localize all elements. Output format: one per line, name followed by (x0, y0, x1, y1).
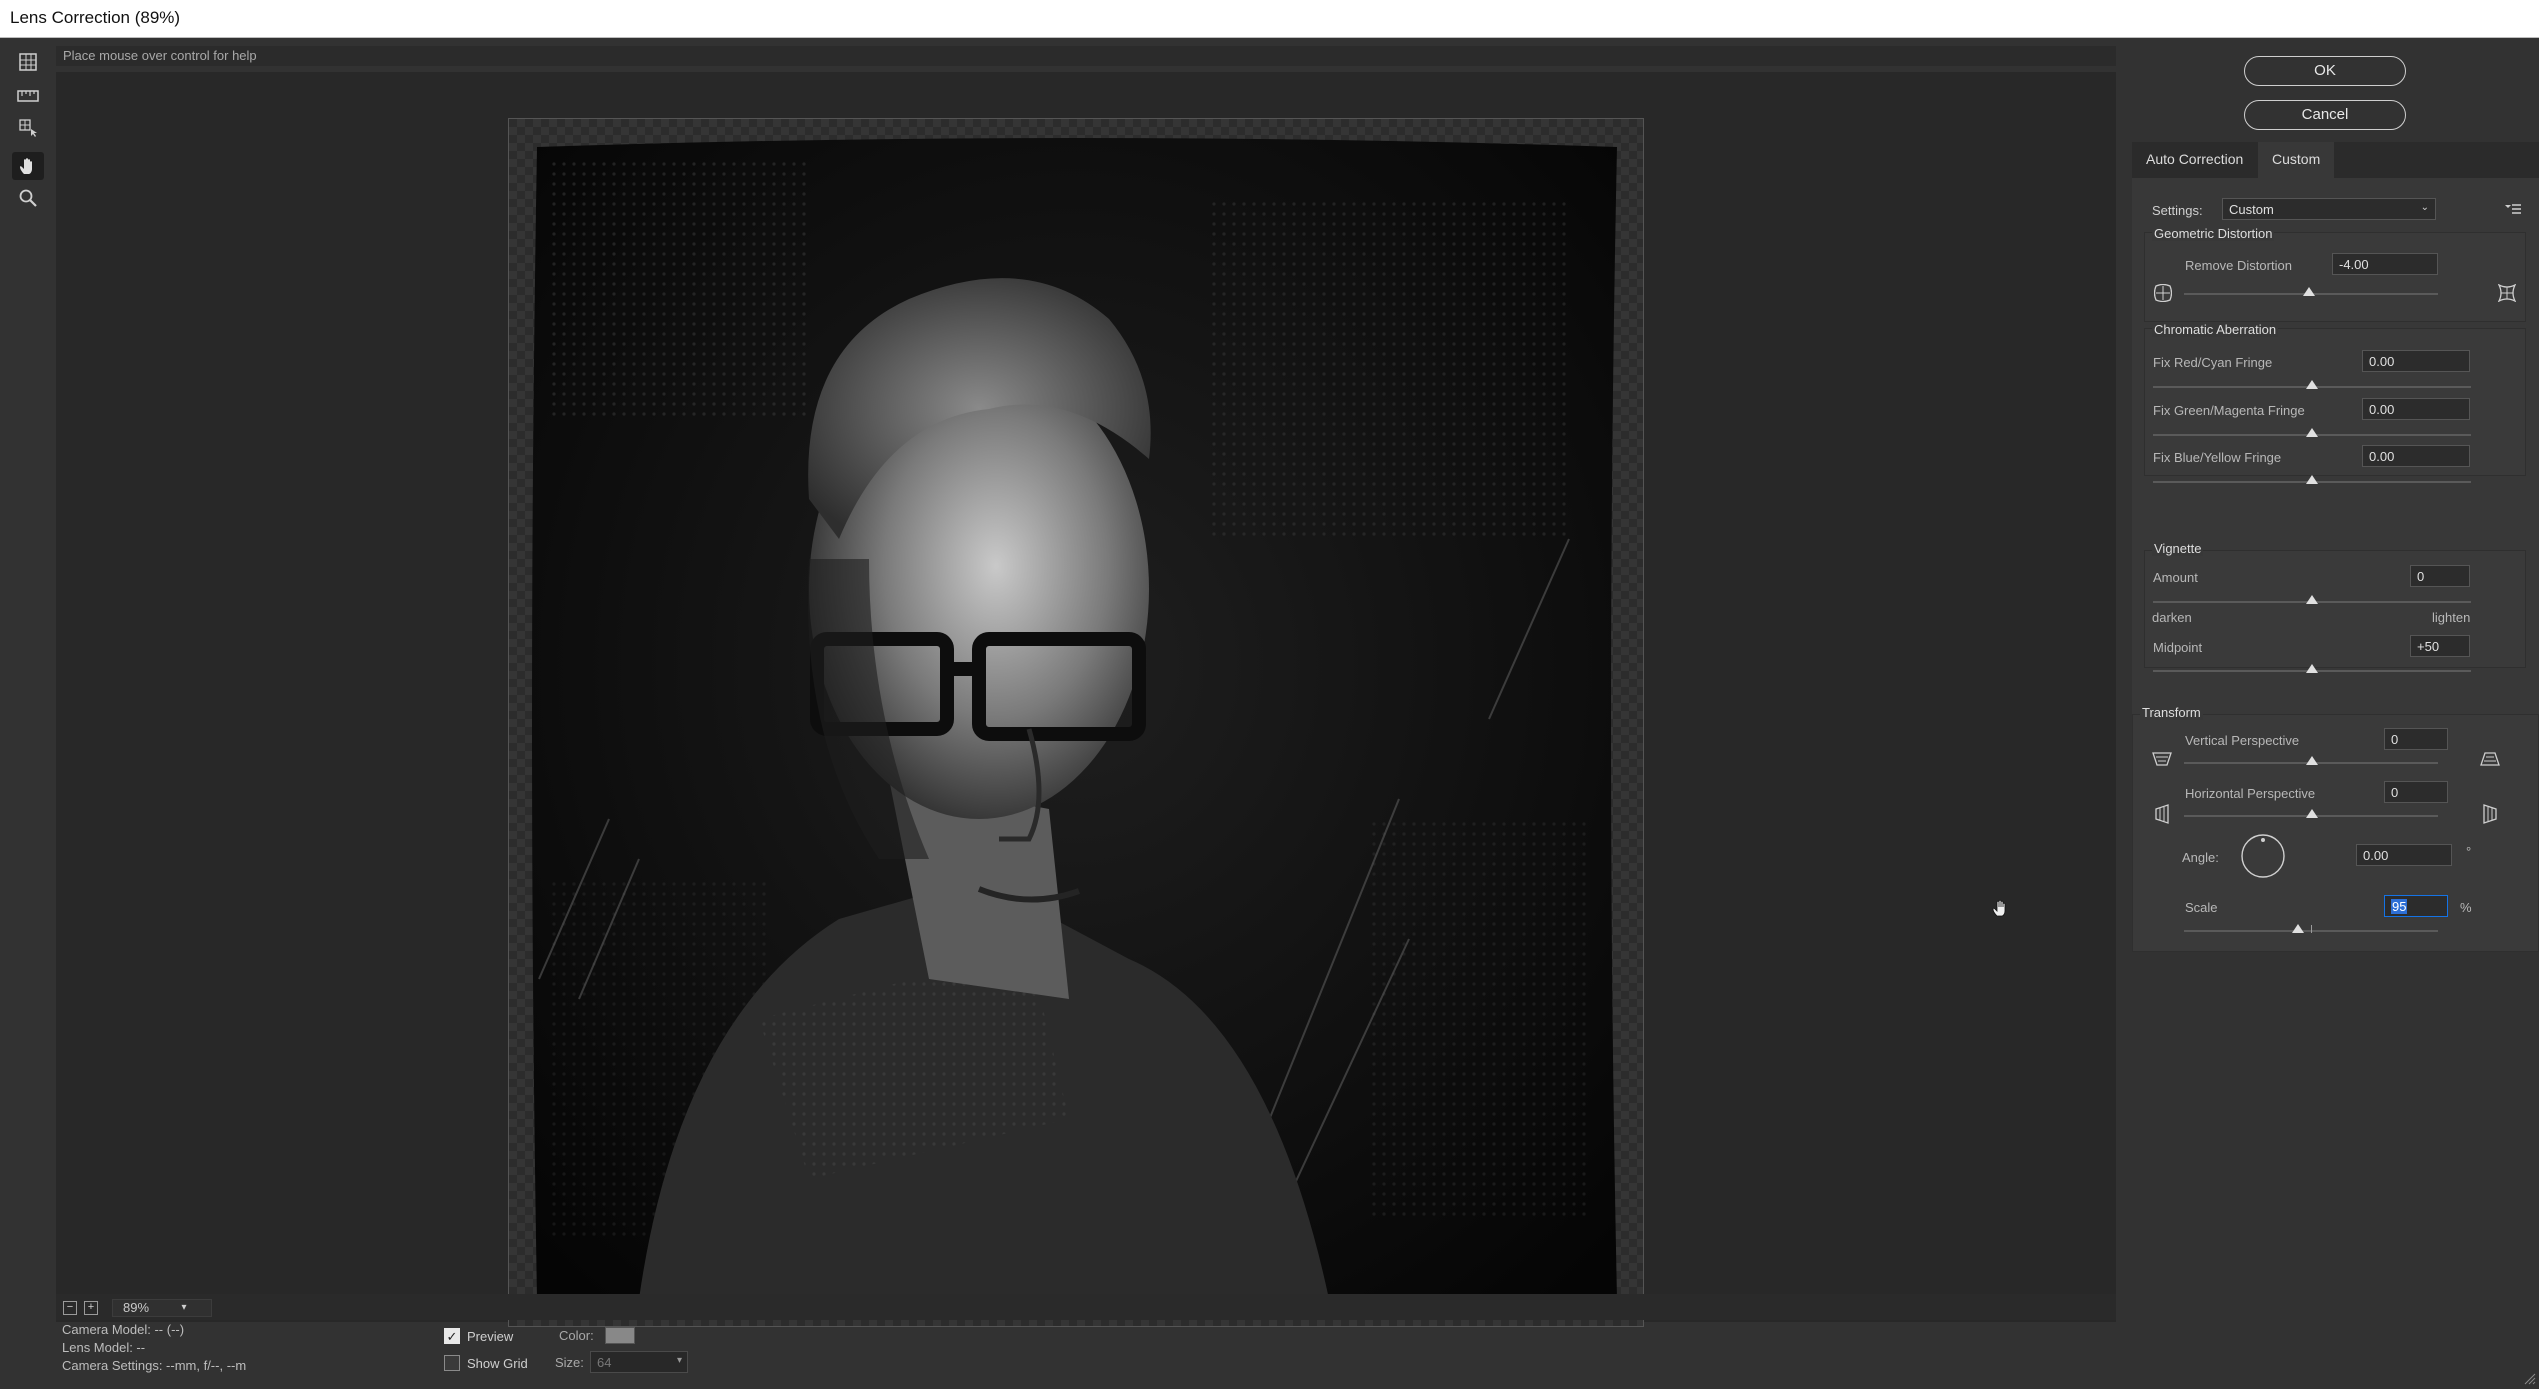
zoom-in-button[interactable]: + (84, 1301, 98, 1315)
scale-thumb[interactable] (2292, 924, 2304, 933)
settings-menu-icon[interactable] (2504, 202, 2522, 216)
settings-select-value: Custom (2229, 202, 2274, 217)
show-grid-label: Show Grid (467, 1356, 528, 1371)
geometric-distortion-group (2144, 232, 2526, 322)
hand-tool-icon[interactable] (12, 152, 44, 180)
chevron-down-icon: ⌄ (2420, 202, 2429, 213)
green-magenta-field[interactable]: 0.00 (2362, 398, 2470, 420)
zoom-level-field[interactable]: 89% (112, 1299, 212, 1317)
lens-model-text: Lens Model: -- (62, 1340, 146, 1355)
horizontal-perspective-left-icon (2155, 804, 2169, 824)
grid-color-swatch[interactable] (605, 1327, 635, 1344)
red-cyan-label: Fix Red/Cyan Fringe (2153, 355, 2273, 370)
image-frame (508, 118, 1644, 1327)
custom-panel: Settings: Custom ⌄ Geometric Distortion … (2132, 178, 2539, 952)
scale-field[interactable]: 95 (2384, 895, 2448, 917)
help-bar: Place mouse over control for help (56, 46, 2116, 66)
zoom-tool-icon[interactable] (12, 184, 44, 212)
angle-label: Angle: (2182, 850, 2219, 865)
red-cyan-field[interactable]: 0.00 (2362, 350, 2470, 372)
transform-title: Transform (2140, 705, 2203, 720)
preview-canvas[interactable] (56, 72, 2116, 1327)
vertical-perspective-up-icon (2480, 752, 2500, 766)
settings-sidebar: OK Cancel Auto Correction Custom Setting… (2120, 38, 2539, 1389)
remove-distortion-label: Remove Distortion (2185, 258, 2292, 273)
title-bar: Lens Correction (89%) (0, 0, 2539, 38)
green-magenta-label: Fix Green/Magenta Fringe (2153, 403, 2305, 418)
tab-auto-correction[interactable]: Auto Correction (2132, 142, 2257, 178)
vignette-amount-field[interactable]: 0 (2410, 565, 2470, 587)
transform-group (2132, 714, 2539, 952)
blue-yellow-label: Fix Blue/Yellow Fringe (2153, 450, 2282, 465)
blue-yellow-thumb[interactable] (2306, 475, 2318, 484)
ok-button[interactable]: OK (2244, 56, 2406, 86)
remove-distortion-thumb[interactable] (2303, 287, 2315, 296)
angle-dial-icon[interactable] (2240, 833, 2286, 879)
portrait-image (532, 138, 1617, 1307)
remove-distortion-tool-icon[interactable] (12, 48, 44, 76)
window-title: Lens Correction (89%) (10, 8, 181, 27)
preview-label: Preview (467, 1329, 514, 1344)
grid-size-value: 64 (597, 1355, 612, 1370)
vignette-midpoint-thumb[interactable] (2306, 664, 2318, 673)
pincushion-distortion-icon (2498, 284, 2516, 302)
vignette-amount-thumb[interactable] (2306, 595, 2318, 604)
tab-bar: Auto Correction Custom (2132, 142, 2539, 178)
zoom-out-button[interactable]: − (63, 1301, 77, 1315)
preview-checkbox[interactable]: ✓ (444, 1328, 460, 1344)
vertical-perspective-field[interactable]: 0 (2384, 728, 2448, 750)
camera-settings-text: Camera Settings: --mm, f/--, --m (62, 1358, 247, 1373)
camera-model-text: Camera Model: -- (--) (62, 1322, 185, 1337)
chevron-down-icon: ▾ (676, 1355, 682, 1366)
straighten-tool-icon[interactable] (12, 82, 44, 110)
barrel-distortion-icon (2154, 284, 2172, 302)
vertical-perspective-down-icon (2152, 752, 2172, 766)
geometric-distortion-title: Geometric Distortion (2152, 226, 2275, 241)
green-magenta-thumb[interactable] (2306, 428, 2318, 437)
horizontal-perspective-right-icon (2483, 804, 2497, 824)
chromatic-aberration-title: Chromatic Aberration (2152, 322, 2279, 337)
color-label: Color: (559, 1328, 594, 1343)
vignette-amount-label: Amount (2153, 570, 2198, 585)
zoom-dropdown-icon[interactable]: ▾ (174, 1299, 194, 1317)
resize-grip-icon[interactable] (2524, 1373, 2536, 1385)
settings-label: Settings: (2152, 203, 2203, 218)
move-grid-tool-icon[interactable] (12, 114, 44, 142)
horizontal-perspective-thumb[interactable] (2306, 809, 2318, 818)
scale-center-tick (2311, 925, 2312, 933)
show-grid-checkbox[interactable] (444, 1355, 460, 1371)
blue-yellow-field[interactable]: 0.00 (2362, 445, 2470, 467)
vertical-perspective-thumb[interactable] (2306, 756, 2318, 765)
red-cyan-thumb[interactable] (2306, 380, 2318, 389)
vertical-perspective-label: Vertical Perspective (2185, 733, 2300, 748)
zoom-bar: − + 89% ▾ (56, 1294, 2116, 1320)
scale-unit: % (2460, 900, 2472, 915)
camera-info: Camera Model: -- (--) Lens Model: -- Cam… (62, 1321, 246, 1375)
help-text: Place mouse over control for help (63, 48, 257, 63)
size-label: Size: (555, 1355, 584, 1370)
lighten-label: lighten (2432, 610, 2471, 625)
tool-strip (0, 38, 56, 1308)
horizontal-perspective-field[interactable]: 0 (2384, 781, 2448, 803)
vignette-midpoint-field[interactable]: +50 (2410, 635, 2470, 657)
vignette-midpoint-label: Midpoint (2153, 640, 2203, 655)
settings-select[interactable]: Custom ⌄ (2222, 198, 2436, 220)
scale-label: Scale (2185, 900, 2218, 915)
hand-cursor-icon (1992, 899, 2006, 917)
dialog-body: Place mouse over control for help − + 89… (0, 38, 2539, 1389)
angle-unit: ° (2466, 844, 2472, 859)
horizontal-perspective-label: Horizontal Perspective (2185, 786, 2316, 801)
darken-label: darken (2152, 610, 2192, 625)
scale-value: 95 (2391, 899, 2408, 914)
remove-distortion-field[interactable]: -4.00 (2332, 253, 2438, 275)
vignette-title: Vignette (2152, 541, 2204, 556)
tab-custom[interactable]: Custom (2258, 142, 2335, 178)
cancel-button[interactable]: Cancel (2244, 100, 2406, 130)
grid-size-select[interactable]: 64 ▾ (590, 1351, 688, 1373)
angle-field[interactable]: 0.00 (2356, 844, 2452, 866)
